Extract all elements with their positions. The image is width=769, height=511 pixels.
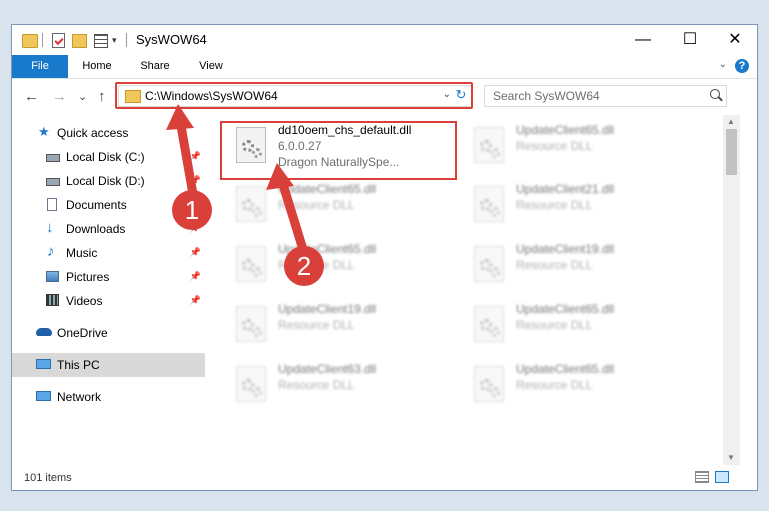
arrow-2 [276,173,310,261]
step-badge-2: 2 [284,246,324,286]
annotation-arrows [166,104,310,261]
arrow-1 [175,115,199,205]
arrow-2-head [266,163,294,190]
arrow-1-head [166,104,194,130]
step-badge-1: 1 [172,190,212,230]
